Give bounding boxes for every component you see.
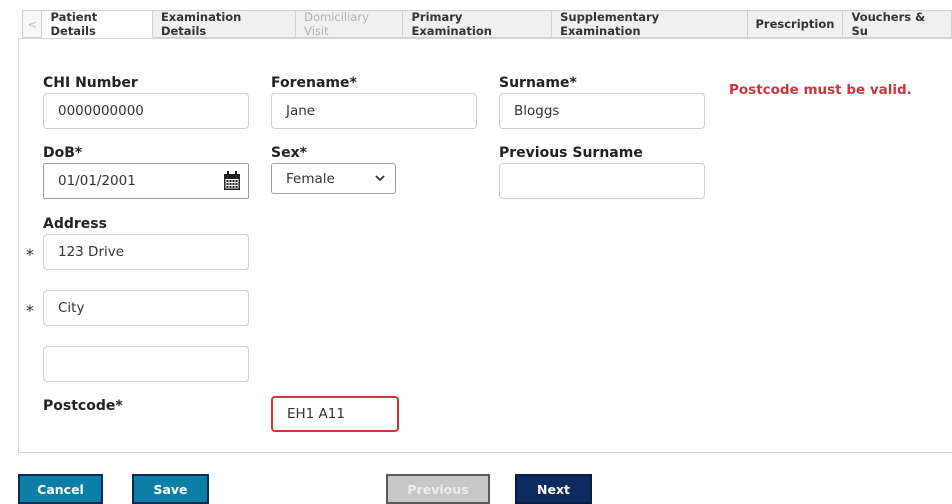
tab-scroll-left-button[interactable]: < bbox=[22, 10, 42, 38]
surname-label: Surname* bbox=[499, 75, 577, 91]
tab-primary-examination[interactable]: Primary Examination bbox=[403, 10, 553, 38]
tab-bar: < Patient Details Examination Details Do… bbox=[22, 10, 952, 40]
address-line2-input[interactable]: City bbox=[43, 290, 249, 326]
sex-select[interactable]: Female bbox=[271, 163, 396, 194]
calendar-icon[interactable] bbox=[223, 171, 241, 191]
chi-number-label: CHI Number bbox=[43, 75, 138, 91]
next-button[interactable]: Next bbox=[515, 474, 592, 504]
sex-label: Sex* bbox=[271, 145, 307, 161]
tab-prescription[interactable]: Prescription bbox=[747, 10, 844, 38]
dob-input[interactable]: 01/01/2001 bbox=[43, 163, 249, 199]
save-button[interactable]: Save bbox=[132, 474, 209, 504]
postcode-input[interactable]: EH1 A11 bbox=[271, 396, 399, 432]
surname-input[interactable]: Bloggs bbox=[499, 93, 705, 129]
postcode-error-message: Postcode must be valid. bbox=[729, 82, 912, 98]
tab-domiciliary-visit: Domiciliary Visit bbox=[296, 10, 404, 38]
address-line3-input[interactable] bbox=[43, 346, 249, 382]
tab-vouchers[interactable]: Vouchers & Su bbox=[843, 10, 952, 38]
address-line1-input[interactable]: 123 Drive bbox=[43, 234, 249, 270]
forename-input[interactable]: Jane bbox=[271, 93, 477, 129]
tab-examination-details[interactable]: Examination Details bbox=[152, 10, 297, 38]
dob-label: DoB* bbox=[43, 145, 83, 161]
chevron-down-icon bbox=[375, 175, 385, 182]
patient-details-panel: CHI Number 0000000000 Forename* Jane Sur… bbox=[18, 38, 952, 453]
address-line1-required-marker: * bbox=[26, 245, 34, 264]
cancel-button[interactable]: Cancel bbox=[18, 474, 103, 504]
previous-button: Previous bbox=[386, 474, 490, 504]
postcode-label: Postcode* bbox=[43, 398, 123, 414]
forename-label: Forename* bbox=[271, 75, 357, 91]
chi-number-input[interactable]: 0000000000 bbox=[43, 93, 249, 129]
previous-surname-label: Previous Surname bbox=[499, 145, 643, 161]
dob-value: 01/01/2001 bbox=[58, 173, 136, 189]
address-label: Address bbox=[43, 216, 107, 232]
address-line2-required-marker: * bbox=[26, 301, 34, 320]
sex-selected-value: Female bbox=[286, 170, 335, 187]
previous-surname-input[interactable] bbox=[499, 163, 705, 199]
tab-patient-details[interactable]: Patient Details bbox=[41, 10, 153, 38]
tab-supplementary-examination[interactable]: Supplementary Examination bbox=[552, 10, 748, 38]
